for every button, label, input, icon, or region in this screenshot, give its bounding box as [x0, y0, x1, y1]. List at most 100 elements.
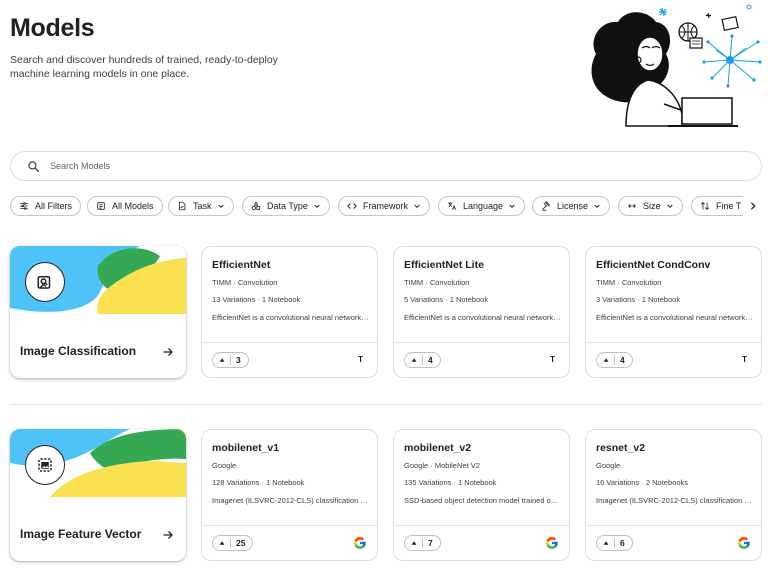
model-name: resnet_v2 [596, 442, 646, 454]
filter-chip-label: Data Type [267, 201, 308, 211]
gavel-icon [542, 201, 550, 211]
vote-separator [614, 538, 615, 548]
list-icon [97, 202, 105, 210]
card-divider [202, 342, 377, 343]
filter-chip-data-type[interactable]: Data Type [242, 196, 330, 216]
card-divider [586, 525, 761, 526]
upvote-icon [411, 541, 417, 545]
vote-count: 4 [428, 355, 433, 365]
model-card[interactable]: EfficientNet TIMM · Convolution 13 Varia… [201, 246, 378, 378]
page-title: Models [10, 14, 95, 42]
model-owner: TIMM · Convolution [596, 278, 662, 287]
sort-icon [700, 202, 710, 210]
category-card-image-feature-vector[interactable]: Image Feature Vector [10, 429, 186, 561]
arrow-right-icon [163, 348, 173, 356]
model-name: EfficientNet Lite [404, 259, 484, 271]
model-description: EfficientNet is a convolutional neural n… [404, 313, 561, 322]
model-name: mobilenet_v2 [404, 442, 472, 454]
category-title: Image Feature Vector [20, 527, 142, 541]
vote-separator [422, 355, 423, 365]
category-title: Image Classification [20, 344, 137, 358]
filter-chip-label: Size [643, 201, 661, 211]
model-meta: 16 Variations · 2 Notebooks [596, 478, 688, 487]
google-logo-icon [738, 537, 750, 549]
google-logo-icon [354, 537, 366, 549]
upvote-icon [603, 358, 609, 362]
chevron-down-icon [509, 204, 515, 209]
vote-count: 4 [620, 355, 625, 365]
section-divider [10, 404, 762, 405]
filter-chip-fine-tunable[interactable]: Fine T [691, 196, 751, 216]
shapes-icon [251, 201, 261, 211]
category-card-image-classification[interactable]: Image Classification [10, 246, 186, 378]
search-bar[interactable] [10, 151, 762, 181]
filter-chip-label: Fine T [716, 201, 742, 211]
upvote-icon [219, 541, 225, 545]
chevron-down-icon [666, 204, 673, 209]
vote-separator [614, 355, 615, 365]
model-card[interactable]: EfficientNet Lite TIMM · Convolution 5 V… [393, 246, 570, 378]
vote-count: 6 [620, 538, 625, 548]
filter-chip-label: Task [193, 201, 212, 211]
upvote-button[interactable]: 25 [212, 535, 254, 551]
framework-badge: T [358, 355, 363, 364]
vote-separator [230, 355, 231, 365]
model-owner: TIMM · Convolution [404, 278, 470, 287]
model-name: EfficientNet [212, 259, 271, 271]
upvote-button[interactable]: 4 [596, 352, 633, 368]
framework-badge: T [550, 355, 555, 364]
upvote-icon [219, 358, 225, 362]
model-name: mobilenet_v1 [212, 442, 280, 454]
model-card[interactable]: mobilenet_v1 Google 128 Variations · 1 N… [201, 429, 378, 561]
translate-icon [448, 202, 457, 210]
filter-chip-label: All Models [112, 201, 154, 211]
filter-chip-size[interactable]: Size [618, 196, 683, 216]
image-search-icon [25, 262, 65, 302]
card-divider [394, 342, 569, 343]
upvote-icon [411, 358, 417, 362]
filter-chip-license[interactable]: License [532, 196, 611, 216]
filter-chip-label: License [557, 201, 589, 211]
filter-chip-label: All Filters [35, 201, 73, 211]
card-divider [394, 525, 569, 526]
scroll-right-button[interactable] [743, 196, 763, 216]
filter-chip-framework[interactable]: Framework [338, 196, 431, 216]
filter-chip-all-filters[interactable]: All Filters [10, 196, 82, 216]
card-divider [586, 342, 761, 343]
vote-separator [230, 538, 231, 548]
model-card[interactable]: resnet_v2 Google 16 Variations · 2 Noteb… [585, 429, 762, 561]
vote-count: 25 [236, 538, 246, 548]
image-vector-icon [25, 445, 65, 485]
vote-count: 7 [428, 538, 433, 548]
model-meta: 5 Variations · 1 Notebook [404, 295, 489, 304]
chevron-down-icon [314, 204, 320, 209]
model-description: EfficientNet is a convolutional neural n… [596, 313, 753, 322]
framework-badge: T [742, 355, 747, 364]
model-owner: Google [596, 461, 621, 470]
model-card[interactable]: mobilenet_v2 Google · MobileNet V2 135 V… [393, 429, 570, 561]
code-icon [347, 203, 357, 209]
search-input[interactable] [50, 161, 650, 171]
model-description: SSD-based object detection model trained… [404, 496, 561, 505]
filter-chip-language[interactable]: Language [438, 196, 526, 216]
model-description: EfficientNet is a convolutional neural n… [212, 313, 369, 322]
filter-chip-task[interactable]: Task [168, 196, 234, 216]
document-icon [179, 201, 186, 211]
model-meta: 135 Variations · 1 Notebook [404, 478, 497, 487]
model-owner: Google [212, 461, 237, 470]
filter-chip-all-models[interactable]: All Models [87, 196, 163, 216]
upvote-button[interactable]: 7 [404, 535, 441, 551]
model-description: Imagenet (ILSVRC-2012-CLS) classificatio… [596, 496, 753, 505]
upvote-button[interactable]: 3 [212, 352, 249, 368]
google-logo-icon [546, 537, 558, 549]
card-divider [202, 525, 377, 526]
model-owner: TIMM · Convolution [212, 278, 278, 287]
sliders-icon [20, 202, 28, 210]
arrows-icon [628, 204, 636, 208]
upvote-button[interactable]: 4 [404, 352, 441, 368]
model-owner: Google · MobileNet V2 [404, 461, 480, 470]
hero-illustration [591, 4, 762, 127]
upvote-button[interactable]: 6 [596, 535, 633, 551]
filter-chip-label: Framework [363, 201, 409, 211]
model-card[interactable]: EfficientNet CondConv TIMM · Convolution… [585, 246, 762, 378]
